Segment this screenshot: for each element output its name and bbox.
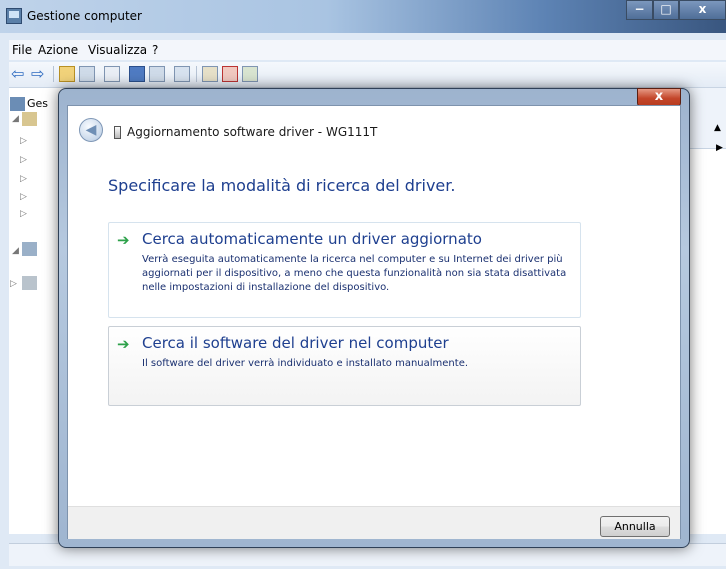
- list-view-icon[interactable]: [104, 66, 120, 82]
- console-tree-icon[interactable]: [79, 66, 95, 82]
- services-icon: [22, 276, 37, 290]
- option-description: Verrà eseguita automaticamente la ricerc…: [142, 254, 567, 293]
- collapsed-arrow-icon[interactable]: ▷: [20, 192, 27, 202]
- forward-arrow-icon[interactable]: ⇨: [31, 66, 47, 82]
- menu-bar: File Azione Visualizza ?: [9, 40, 726, 60]
- uninstall-icon[interactable]: [222, 66, 238, 82]
- back-arrow-icon[interactable]: ⇦: [11, 66, 27, 82]
- toolbar: ⇦ ⇨: [9, 62, 726, 88]
- collapse-up-icon[interactable]: ▲: [714, 123, 721, 133]
- window-title: Gestione computer: [27, 9, 142, 23]
- computer-management-icon: [10, 97, 25, 111]
- help-icon[interactable]: [129, 66, 145, 82]
- dialog-content: ◀ Aggiornamento software driver - WG111T…: [67, 105, 681, 539]
- title-bar[interactable]: Gestione computer − □ x: [0, 0, 726, 33]
- update-driver-dialog: x ◀ Aggiornamento software driver - WG11…: [58, 88, 690, 548]
- menu-visualizza[interactable]: Visualizza: [88, 43, 147, 57]
- browse-computer-option[interactable]: ➔ Cerca il software del driver nel compu…: [108, 326, 581, 406]
- green-arrow-icon: ➔: [117, 335, 130, 353]
- collapsed-arrow-icon[interactable]: ▷: [20, 209, 27, 219]
- enable-device-icon[interactable]: [242, 66, 258, 82]
- menu-help[interactable]: ?: [152, 43, 158, 57]
- storage-icon: [22, 242, 37, 256]
- action-pane-icon[interactable]: [149, 66, 165, 82]
- dialog-header: ◀ Aggiornamento software driver - WG111T: [68, 106, 680, 152]
- computer-management-icon: [6, 8, 22, 24]
- device-icon: [114, 126, 121, 139]
- option-description: Il software del driver verrà individuato…: [142, 358, 469, 369]
- maximize-button[interactable]: □: [653, 0, 679, 20]
- collapsed-arrow-icon[interactable]: ▷: [20, 155, 27, 165]
- expand-arrow-icon[interactable]: ◢: [12, 114, 19, 124]
- tree-root-label[interactable]: Ges: [27, 97, 48, 110]
- option-title: Cerca automaticamente un driver aggiorna…: [142, 230, 482, 248]
- collapsed-arrow-icon[interactable]: ▷: [20, 174, 27, 184]
- instruction-heading: Specificare la modalità di ricerca del d…: [108, 176, 456, 195]
- search-automatically-option[interactable]: ➔ Cerca automaticamente un driver aggior…: [108, 222, 581, 318]
- cancel-button[interactable]: Annulla: [600, 516, 670, 537]
- toolbar-separator: [196, 66, 197, 82]
- actions-pane: ▲ ▶: [690, 88, 726, 534]
- actions-header: [690, 88, 726, 149]
- dialog-title: Aggiornamento software driver - WG111T: [127, 125, 378, 139]
- minimize-button[interactable]: −: [626, 0, 653, 20]
- expand-arrow-icon[interactable]: ◢: [12, 246, 19, 256]
- scan-hardware-icon[interactable]: [174, 66, 190, 82]
- up-folder-icon[interactable]: [59, 66, 75, 82]
- collapsed-arrow-icon[interactable]: ▷: [10, 279, 17, 289]
- green-arrow-icon: ➔: [117, 231, 130, 249]
- menu-azione[interactable]: Azione: [38, 43, 78, 57]
- collapsed-arrow-icon[interactable]: ▷: [20, 136, 27, 146]
- menu-file[interactable]: File: [12, 43, 32, 57]
- option-title: Cerca il software del driver nel compute…: [142, 334, 449, 352]
- toolbar-separator: [53, 66, 54, 82]
- system-tools-icon: [22, 112, 37, 126]
- dialog-footer: Annulla: [68, 506, 680, 539]
- back-arrow-icon[interactable]: ◀: [79, 118, 103, 142]
- more-actions-arrow-icon[interactable]: ▶: [716, 143, 723, 153]
- update-driver-icon[interactable]: [202, 66, 218, 82]
- close-button[interactable]: x: [679, 0, 726, 20]
